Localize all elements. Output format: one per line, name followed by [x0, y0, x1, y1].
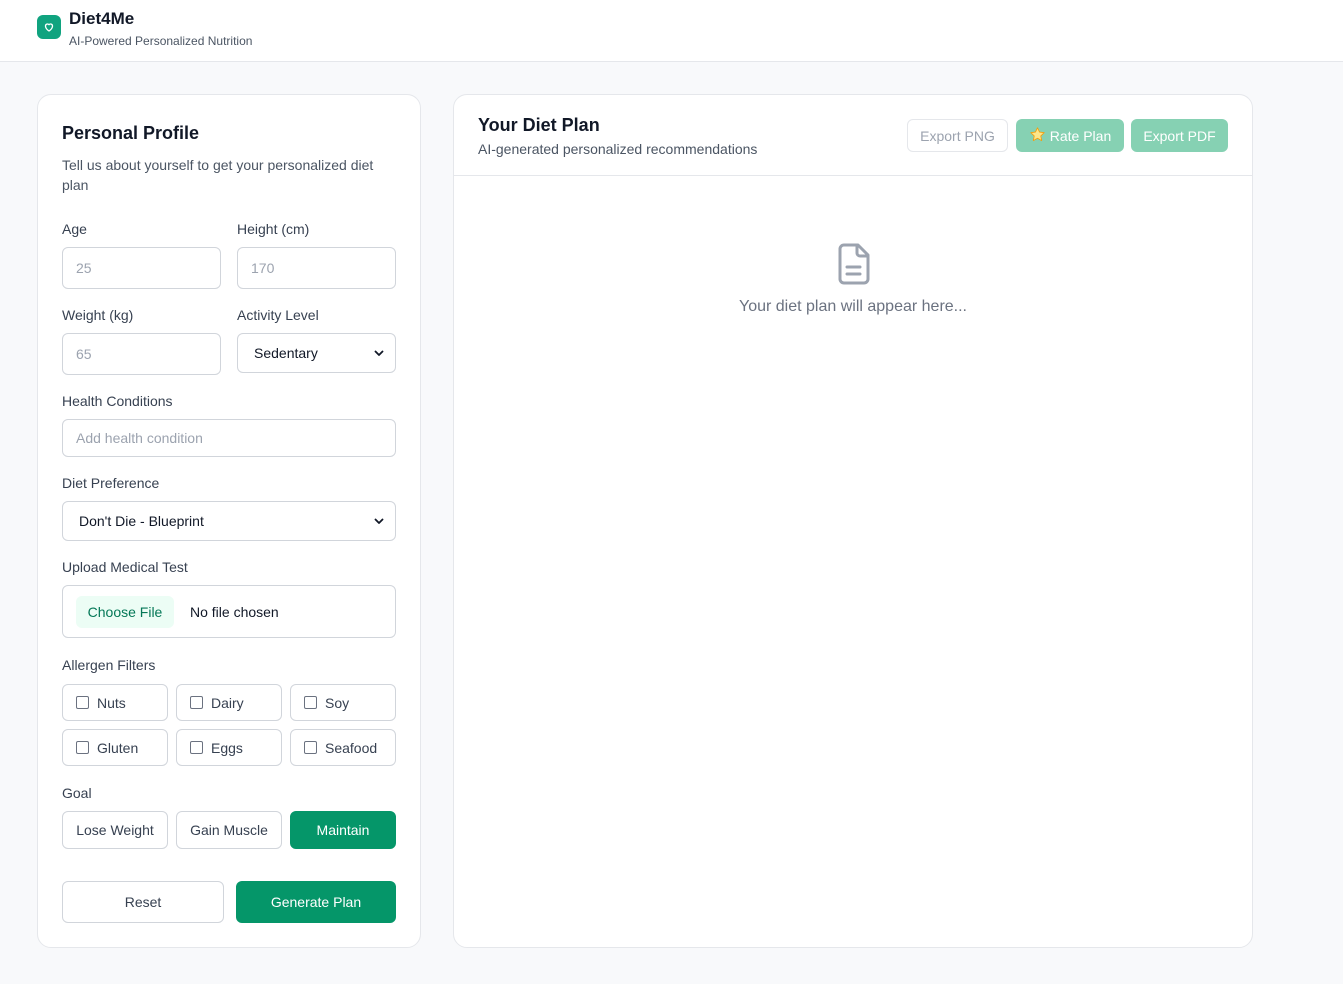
weight-label: Weight (kg) [62, 307, 134, 323]
personal-profile-card: Personal Profile Tell us about yourself … [37, 94, 421, 948]
activity-select[interactable]: Sedentary [237, 333, 396, 373]
reset-button[interactable]: Reset [62, 881, 224, 923]
choose-file-button[interactable]: Choose File [76, 596, 174, 628]
goal-lose-weight-button[interactable]: Lose Weight [62, 811, 168, 849]
checkbox[interactable] [304, 696, 317, 709]
diet-select[interactable]: Don't Die - Blueprint [62, 501, 396, 541]
diet-plan-card: Your Diet Plan AI-generated personalized… [453, 94, 1253, 948]
export-png-button[interactable]: Export PNG [907, 119, 1008, 152]
age-input[interactable]: 25 [62, 247, 221, 289]
allergen-label-text: Eggs [211, 739, 243, 756]
health-condition-input[interactable]: Add health condition [62, 419, 396, 457]
rate-plan-label: Rate Plan [1049, 127, 1112, 144]
height-label: Height (cm) [237, 221, 310, 237]
file-status: No file chosen [190, 604, 279, 620]
file-upload: Choose File No file chosen [62, 585, 396, 638]
age-label: Age [62, 221, 87, 237]
allergen-label-text: Nuts [97, 694, 126, 711]
allergen-label: Allergen Filters [62, 657, 156, 673]
goal-gain-muscle-button[interactable]: Gain Muscle [176, 811, 282, 849]
activity-selected: Sedentary [254, 345, 318, 361]
heart-icon [37, 15, 61, 39]
generate-plan-button[interactable]: Generate Plan [236, 881, 396, 923]
rate-plan-button[interactable]: Rate Plan [1016, 119, 1124, 152]
goal-label: Goal [62, 785, 92, 801]
health-label: Health Conditions [62, 393, 173, 409]
height-input[interactable]: 170 [237, 247, 396, 289]
allergen-label-text: Dairy [211, 694, 244, 711]
top-bar: Diet4Me AI-Powered Personalized Nutritio… [0, 0, 1343, 62]
allergen-nuts[interactable]: Nuts [62, 684, 168, 721]
allergen-dairy[interactable]: Dairy [176, 684, 282, 721]
activity-label: Activity Level [237, 307, 319, 323]
profile-title: Personal Profile [62, 123, 200, 143]
diet-label: Diet Preference [62, 475, 160, 491]
empty-state-text: Your diet plan will appear here... [739, 298, 967, 315]
allergen-gluten[interactable]: Gluten [62, 729, 168, 766]
diet-plan-title: Your Diet Plan [478, 115, 600, 135]
export-pdf-button[interactable]: Export PDF [1131, 119, 1228, 152]
allergen-eggs[interactable]: Eggs [176, 729, 282, 766]
allergen-soy[interactable]: Soy [290, 684, 396, 721]
diet-plan-subtitle: AI-generated personalized recommendation… [478, 141, 758, 157]
checkbox[interactable] [304, 741, 317, 754]
chevron-down-icon [374, 518, 384, 524]
weight-input[interactable]: 65 [62, 333, 221, 375]
checkbox[interactable] [76, 741, 89, 754]
checkbox[interactable] [190, 741, 203, 754]
diet-plan-header: Your Diet Plan AI-generated personalized… [454, 95, 1252, 176]
allergen-label-text: Soy [325, 694, 350, 711]
allergen-label-text: Seafood [325, 739, 378, 756]
checkbox[interactable] [76, 696, 89, 709]
star-icon [1029, 126, 1046, 146]
document-icon [838, 243, 870, 285]
diet-selected: Don't Die - Blueprint [79, 513, 204, 529]
brand-tagline: AI-Powered Personalized Nutrition [69, 34, 253, 48]
profile-description: Tell us about yourself to get your perso… [62, 157, 374, 193]
brand-name: Diet4Me [69, 9, 135, 28]
allergen-label-text: Gluten [97, 739, 139, 756]
allergen-seafood[interactable]: Seafood [290, 729, 396, 766]
goal-maintain-button[interactable]: Maintain [290, 811, 396, 849]
checkbox[interactable] [190, 696, 203, 709]
upload-label: Upload Medical Test [62, 559, 188, 575]
chevron-down-icon [374, 350, 384, 356]
